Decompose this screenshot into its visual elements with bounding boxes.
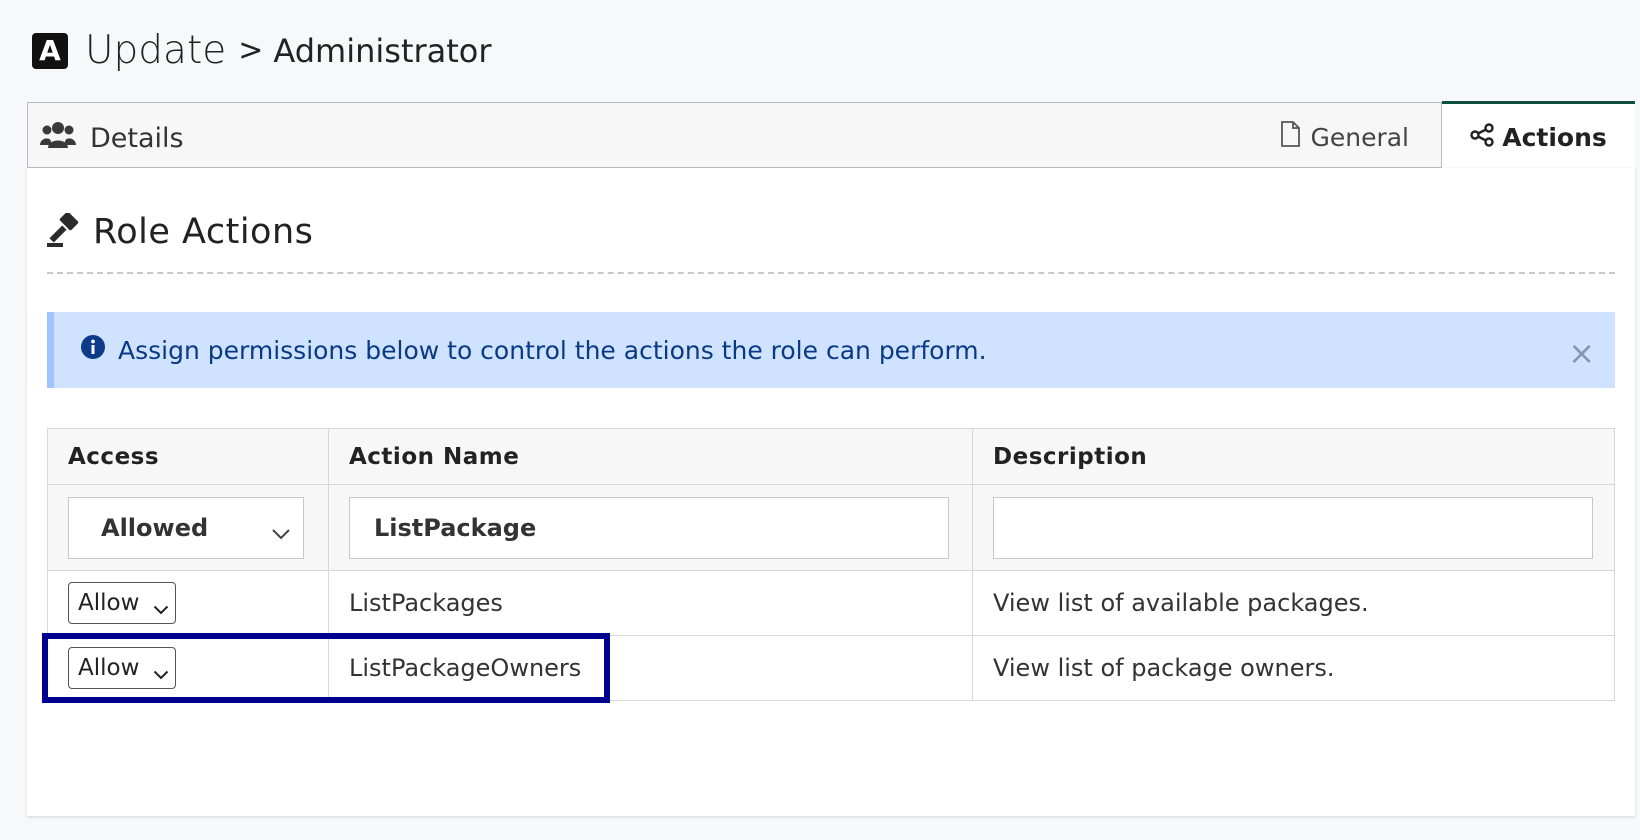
header-description[interactable]: Description [972, 428, 1615, 485]
tab-details-label: Details [90, 123, 184, 154]
header-access[interactable]: Access [47, 428, 329, 485]
table-row: Allow ListPackageOwners View list of pac… [47, 635, 1615, 701]
tab-general[interactable]: General [1280, 121, 1409, 153]
description-cell: View list of available packages. [972, 570, 1615, 636]
info-alert: Assign permissions below to control the … [47, 312, 1615, 388]
table-row: Allow ListPackages View list of availabl… [47, 570, 1615, 636]
share-nodes-icon [1470, 122, 1494, 153]
action-name-cell: ListPackageOwners [328, 635, 973, 701]
section-title: Role Actions [47, 211, 314, 252]
tab-general-label: General [1310, 122, 1409, 152]
tab-actions[interactable]: Actions [1442, 101, 1635, 171]
access-select[interactable]: Allow [68, 647, 176, 689]
info-icon [80, 334, 106, 366]
filter-description-cell [972, 484, 1615, 571]
access-cell: Allow [47, 635, 329, 701]
access-cell: Allow [47, 570, 329, 636]
actions-panel: Role Actions Assign permissions below to… [27, 168, 1635, 816]
access-filter-select[interactable]: Allowed [68, 496, 304, 559]
file-icon [1280, 121, 1301, 153]
access-select-value: Allow [78, 655, 140, 681]
action-name-cell: ListPackages [328, 570, 973, 636]
description-filter-input[interactable] [993, 496, 1593, 559]
action-name-filter-input[interactable]: ListPackage [349, 496, 949, 559]
access-select[interactable]: Allow [68, 582, 176, 624]
filter-access-cell: Allowed [47, 484, 329, 571]
tab-details[interactable]: Details [40, 121, 184, 156]
description-cell: View list of package owners. [972, 635, 1615, 701]
action-name-filter-value: ListPackage [374, 513, 537, 542]
users-icon [40, 121, 76, 156]
access-filter-value: Allowed [101, 513, 209, 542]
filter-row: Allowed ListPackage [47, 484, 1615, 571]
section-title-text: Role Actions [93, 212, 314, 252]
chevron-down-icon [153, 660, 169, 686]
access-select-value: Allow [78, 590, 140, 616]
app-logo: A [32, 32, 68, 69]
table-header-row: Access Action Name Description [47, 428, 1615, 485]
breadcrumb-role: Administrator [273, 31, 492, 70]
header-action-name[interactable]: Action Name [328, 428, 973, 485]
filter-action-name-cell: ListPackage [328, 484, 973, 571]
page-title: Update [85, 28, 227, 73]
alert-message: Assign permissions below to control the … [118, 335, 987, 365]
chevron-down-icon [271, 518, 291, 546]
chevron-down-icon [153, 595, 169, 621]
gavel-icon [47, 211, 79, 251]
tab-actions-label: Actions [1502, 123, 1607, 152]
tab-bar: Details General [27, 102, 1442, 168]
close-icon[interactable]: × [1568, 334, 1595, 372]
section-divider [47, 272, 1615, 274]
actions-table: Access Action Name Description Allowed L… [47, 428, 1615, 701]
breadcrumb-separator: > [238, 33, 264, 68]
page-header: A Update > Administrator [32, 28, 492, 73]
